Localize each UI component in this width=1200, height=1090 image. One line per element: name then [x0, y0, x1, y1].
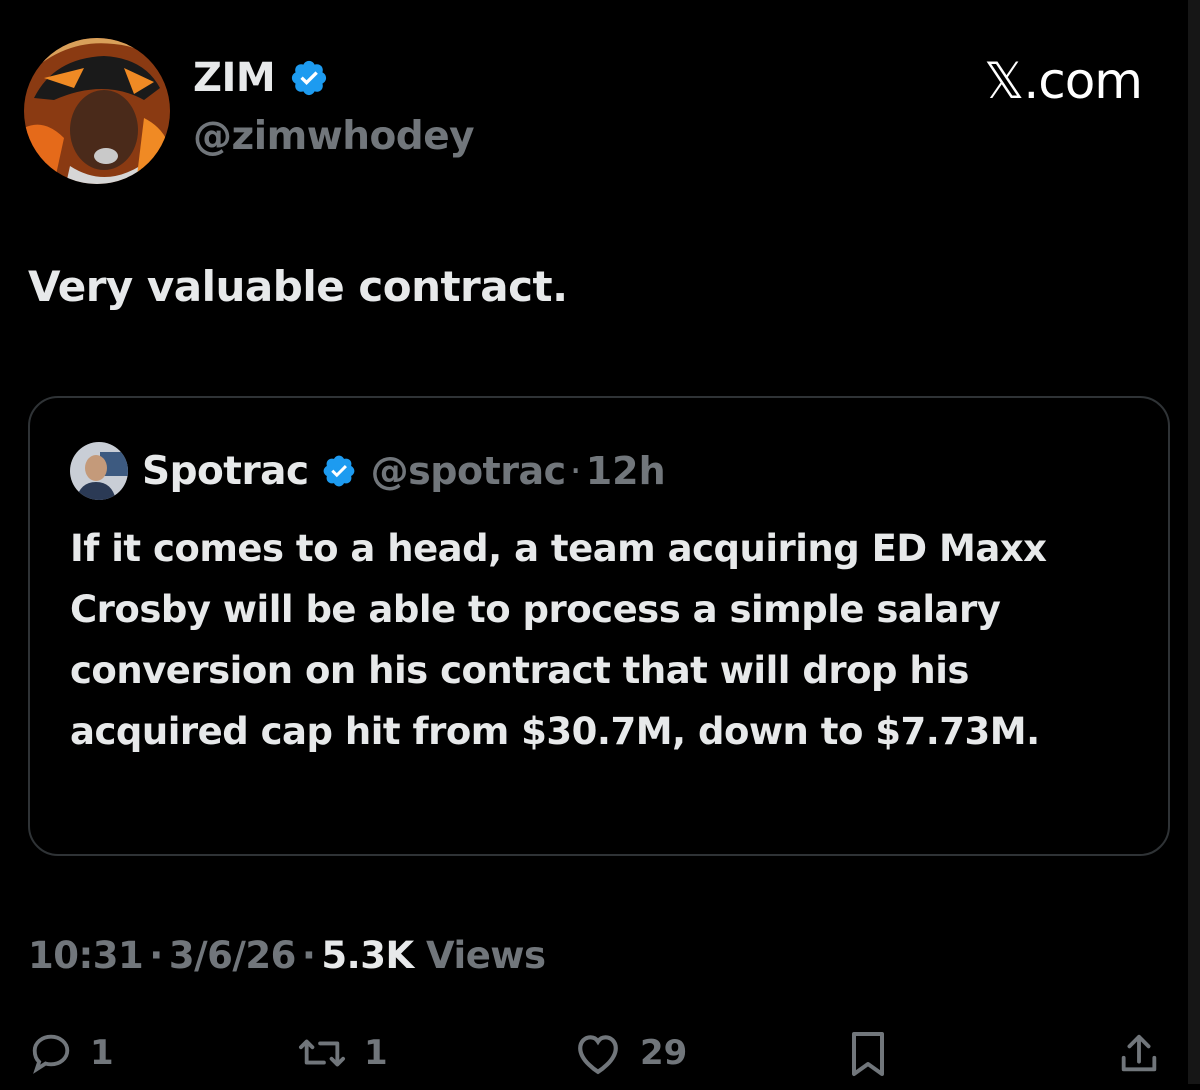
heart-icon [578, 1035, 618, 1075]
separator-dot: · [569, 449, 582, 493]
repost-icon [298, 1039, 345, 1067]
quoted-author-handle[interactable]: @spotrac [371, 449, 567, 493]
author-handle[interactable]: @zimwhodey [193, 114, 475, 159]
separator-dot: · [301, 934, 316, 977]
action-bar: 1 1 29 [0, 1030, 1200, 1090]
tweet-date[interactable]: 3/6/26 [169, 934, 297, 977]
x-watermark: 𝕏.com [984, 52, 1143, 110]
like-button[interactable]: 29 [572, 1030, 687, 1076]
right-edge [1188, 0, 1200, 1084]
tweet-metadata: 10:31 · 3/6/26 · 5.3K Views [28, 934, 546, 977]
verified-badge-icon [292, 60, 327, 96]
share-icon [1121, 1034, 1157, 1072]
share-button[interactable] [1116, 1030, 1162, 1078]
reply-button[interactable]: 1 [28, 1030, 114, 1076]
reply-count: 1 [90, 1033, 114, 1073]
views-count: 5.3K [321, 934, 414, 977]
quoted-tweet-header: Spotrac @spotrac · 12h [70, 442, 666, 500]
bookmark-button[interactable] [850, 1030, 886, 1078]
repost-button[interactable]: 1 [296, 1030, 388, 1076]
reply-icon [32, 1034, 70, 1074]
quoted-tweet-card[interactable]: Spotrac @spotrac · 12h If it comes to a … [28, 396, 1170, 856]
quoted-tweet-text: If it comes to a head, a team acquiring … [70, 527, 1047, 753]
quoted-timestamp[interactable]: 12h [586, 449, 666, 493]
repost-count: 1 [364, 1033, 388, 1073]
separator-dot: · [149, 934, 163, 977]
bookmark-icon [852, 1032, 884, 1076]
author-name-row: ZIM [193, 52, 474, 104]
quoted-author-name[interactable]: Spotrac [142, 449, 309, 494]
author-info: ZIM @zimwhodey [193, 52, 475, 159]
tweet-text: Very valuable contract. [28, 262, 568, 311]
like-count: 29 [640, 1033, 688, 1073]
verified-badge-icon [323, 455, 354, 487]
author-name[interactable]: ZIM [193, 55, 276, 101]
author-avatar[interactable] [24, 38, 170, 184]
tweet-time[interactable]: 10:31 [28, 934, 144, 977]
quoted-author-avatar[interactable] [70, 442, 128, 500]
views-label: Views [426, 934, 546, 977]
